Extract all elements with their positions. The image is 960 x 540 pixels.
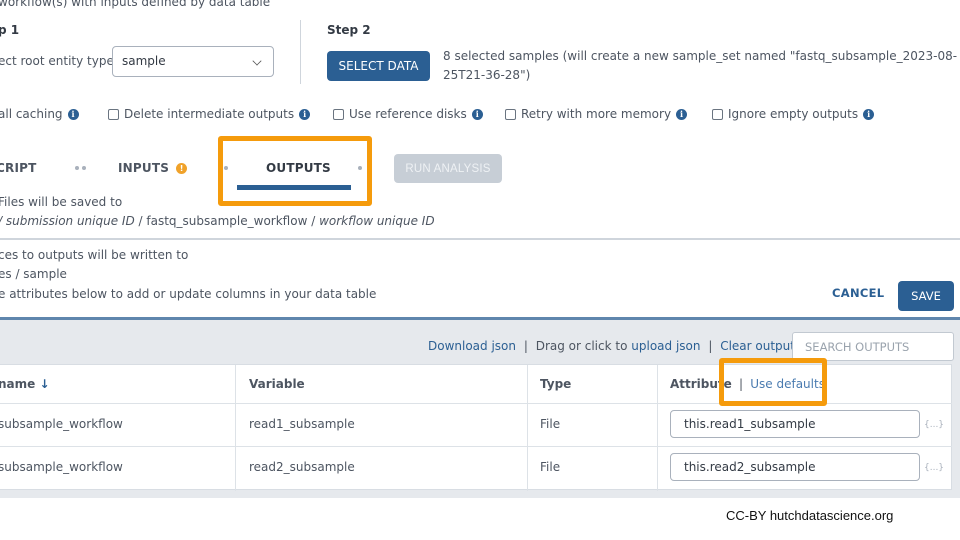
page-subtitle: workflow(s) with inputs defined by data … — [0, 0, 271, 9]
column-header-type[interactable]: Type — [540, 377, 571, 391]
selection-text-line1: 8 selected samples (will create a new sa… — [443, 49, 958, 63]
drag-text: Drag or click to — [535, 339, 628, 353]
header-attribute-label: Attribute — [670, 377, 732, 391]
run-analysis-button[interactable]: RUN ANALYSIS — [394, 154, 502, 183]
info-icon[interactable]: i — [863, 108, 875, 120]
download-json-link[interactable]: Download json — [428, 339, 516, 353]
checkbox[interactable] — [505, 108, 516, 120]
attribute-input[interactable]: this.read1_subsample — [670, 410, 920, 438]
footer-credit: CC-BY hutchdatascience.org — [726, 508, 894, 523]
column-header-variable[interactable]: Variable — [249, 377, 305, 391]
search-outputs-input[interactable]: SEARCH OUTPUTS — [792, 332, 954, 361]
checkbox[interactable] — [712, 108, 723, 120]
selection-text-line2: 25T21-36-28") — [443, 68, 531, 82]
root-entity-label: ect root entity type: — [0, 54, 118, 68]
cell-task-name: subsample_workflow — [0, 460, 123, 474]
cell-type: File — [540, 417, 561, 431]
step1-title: p 1 — [0, 23, 20, 37]
info-icon[interactable]: i — [676, 108, 688, 120]
root-entity-select[interactable]: sample — [112, 46, 274, 77]
cell-type: File — [540, 460, 561, 474]
col-divider — [527, 365, 528, 491]
cell-variable: read2_subsample — [249, 460, 355, 474]
option-call-caching[interactable]: all caching i — [0, 107, 79, 121]
upload-json-link[interactable]: upload json — [631, 339, 700, 353]
checkbox[interactable] — [333, 108, 344, 120]
cell-task-name: subsample_workflow — [0, 417, 123, 431]
outputs-toolbar: Download json | Drag or click to upload … — [428, 339, 801, 353]
option-reference-disks[interactable]: Use reference disks i — [333, 107, 483, 121]
references-path: es / sample — [0, 267, 67, 281]
step-dot — [358, 166, 362, 170]
use-defaults-link[interactable]: Use defaults — [750, 377, 825, 391]
chevron-down-icon — [252, 56, 262, 66]
col-divider — [235, 365, 236, 491]
option-label: all caching — [0, 107, 63, 121]
separator: | — [708, 339, 713, 353]
tab-outputs[interactable]: OUTPUTS — [266, 161, 331, 175]
files-saved-path: / submission unique ID / fastq_subsample… — [0, 214, 435, 228]
path-part: / fastq_subsample_workflow / — [134, 214, 320, 228]
option-delete-intermediate[interactable]: Delete intermediate outputs i — [108, 107, 311, 121]
tab-inputs-label: INPUTS — [118, 161, 170, 175]
attributes-hint: e attributes below to add or update colu… — [0, 287, 377, 301]
tab-inputs[interactable]: INPUTS ! — [118, 161, 188, 175]
info-icon[interactable]: i — [67, 108, 79, 120]
separator: | — [739, 377, 744, 391]
step-dots — [75, 166, 86, 170]
option-label: Use reference disks — [349, 107, 467, 121]
cell-variable: read1_subsample — [249, 417, 355, 431]
expression-icon[interactable]: {...} — [924, 420, 944, 430]
select-data-button[interactable]: SELECT DATA — [327, 51, 430, 81]
cancel-button[interactable]: CANCEL — [832, 286, 884, 300]
step-divider — [300, 20, 301, 84]
row-divider — [0, 403, 952, 404]
info-icon[interactable]: i — [299, 108, 311, 120]
dot — [75, 166, 79, 170]
step2-title: Step 2 — [327, 23, 371, 37]
option-retry-memory[interactable]: Retry with more memory i — [505, 107, 688, 121]
files-saved-label: Files will be saved to — [0, 195, 123, 209]
tab-script[interactable]: CRIPT — [0, 161, 37, 175]
row-divider — [0, 446, 952, 447]
expression-icon[interactable]: {...} — [924, 463, 944, 473]
warning-icon: ! — [176, 162, 188, 174]
references-label: ces to outputs will be written to — [0, 248, 189, 262]
section-divider — [0, 238, 960, 240]
path-part: / submission unique ID — [0, 214, 135, 228]
path-part: workflow unique ID — [319, 214, 435, 228]
dot — [82, 166, 86, 170]
clear-outputs-link[interactable]: Clear outputs — [720, 339, 801, 353]
step-dot — [224, 166, 228, 170]
column-header-name[interactable]: name ↓ — [0, 377, 50, 391]
info-icon[interactable]: i — [471, 108, 483, 120]
root-entity-value: sample — [122, 54, 166, 68]
separator: | — [523, 339, 528, 353]
col-divider — [657, 365, 658, 491]
save-button[interactable]: SAVE — [898, 281, 954, 311]
outputs-table: name ↓ Variable Type Attribute | Use def… — [0, 364, 952, 491]
option-label: Retry with more memory — [521, 107, 672, 121]
option-label: Ignore empty outputs — [728, 107, 859, 121]
column-header-attribute: Attribute | Use defaults — [670, 377, 825, 391]
option-ignore-empty[interactable]: Ignore empty outputs i — [712, 107, 875, 121]
checkbox[interactable] — [108, 108, 119, 120]
option-label: Delete intermediate outputs — [124, 107, 295, 121]
sort-arrow-icon[interactable]: ↓ — [39, 377, 49, 391]
header-name-label: name — [0, 377, 36, 391]
active-tab-indicator — [237, 185, 351, 190]
attribute-input[interactable]: this.read2_subsample — [670, 453, 920, 481]
